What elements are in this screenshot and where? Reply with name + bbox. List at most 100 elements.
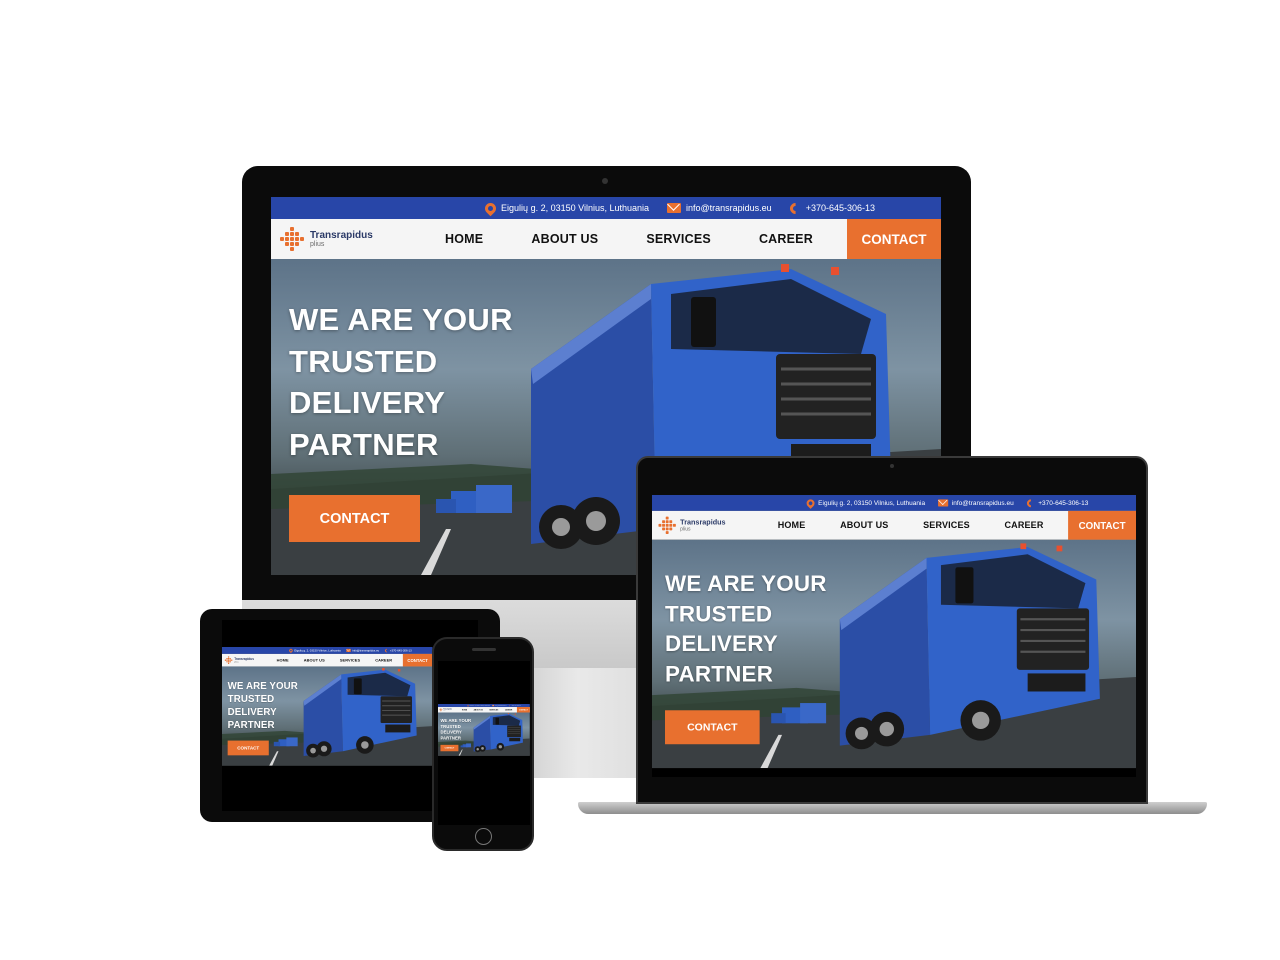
- hero-headline: WE ARE YOUR TRUSTED DELIVERY PARTNER: [665, 569, 853, 689]
- brand-logo[interactable]: Transrapidus plius: [652, 516, 753, 535]
- contact-topbar: Eigulių g. 2, 03150 Vilnius, Luthuania i…: [222, 647, 433, 654]
- email-link[interactable]: info@transrapidus.eu: [686, 203, 772, 213]
- nav-about-us[interactable]: ABOUT US: [840, 520, 888, 530]
- hero-line-2: TRUSTED: [227, 693, 275, 705]
- address-text: Eigulių g. 2, 03150 Vilnius, Luthuania: [501, 203, 649, 213]
- hero-contact-button[interactable]: CONTACT: [665, 710, 760, 745]
- hero-headline: WE ARE YOUR TRUSTED DELIVERY PARTNER: [289, 299, 549, 465]
- phone-link[interactable]: +370-645-306-13: [511, 705, 520, 706]
- monitor-camera: [602, 178, 608, 184]
- email-item[interactable]: info@transrapidus.eu: [492, 704, 507, 707]
- phone-item[interactable]: +370-645-306-13: [384, 648, 412, 653]
- website-phone: Eigulių g. 2, 03150 Vilnius, Luthuania i…: [438, 704, 530, 756]
- hero-section: WE ARE YOUR TRUSTED DELIVERY PARTNER CON…: [222, 666, 433, 766]
- nav-about-us[interactable]: ABOUT US: [474, 709, 483, 711]
- hero-line-3: DELIVERY: [289, 385, 446, 421]
- address-item: Eigulių g. 2, 03150 Vilnius, Luthuania: [288, 648, 341, 653]
- phone-icon: [787, 200, 803, 216]
- phone-icon: [1025, 497, 1037, 509]
- hero-line-3: DELIVERY: [227, 706, 277, 718]
- main-navbar: Transrapidus plius HOME ABOUT US SERVICE…: [271, 219, 941, 259]
- nav-contact-button[interactable]: CONTACT: [1068, 510, 1136, 540]
- email-link[interactable]: info@transrapidus.eu: [952, 499, 1014, 506]
- address-text: Eigulių g. 2, 03150 Vilnius, Luthuania: [818, 499, 926, 507]
- nav-career[interactable]: CAREER: [375, 658, 392, 662]
- phone-icon: [384, 648, 390, 653]
- address-text: Eigulių g. 2, 03150 Vilnius, Luthuania: [294, 648, 341, 653]
- nav-about-us[interactable]: ABOUT US: [304, 658, 325, 662]
- laptop-camera: [890, 464, 894, 468]
- hero-line-4: PARTNER: [289, 426, 439, 462]
- main-navbar: Transrapidus plius HOME ABOUT US SERVICE…: [652, 510, 1136, 540]
- nav-about-us[interactable]: ABOUT US: [531, 232, 598, 246]
- address-text: Eigulių g. 2, 03150 Vilnius, Luthuania: [469, 704, 490, 707]
- hero-line-1: WE ARE YOUR: [289, 302, 513, 337]
- hero-line-2: TRUSTED: [665, 600, 773, 627]
- nav-services[interactable]: SERVICES: [646, 232, 711, 246]
- brand-logo[interactable]: Transrapidus plius: [438, 708, 457, 712]
- hero-headline: WE ARE YOUR TRUSTED DELIVERY PARTNER: [440, 718, 476, 741]
- nav-career[interactable]: CAREER: [759, 232, 813, 246]
- email-link[interactable]: info@transrapidus.eu: [352, 649, 379, 652]
- nav-services[interactable]: SERVICES: [489, 709, 498, 711]
- brand-subtitle: plius: [443, 709, 446, 711]
- laptop-screen: Eigulių g. 2, 03150 Vilnius, Luthuania i…: [652, 495, 1136, 777]
- mail-icon: [492, 704, 495, 707]
- nav-home[interactable]: HOME: [778, 520, 806, 530]
- brand-name: Transrapidus: [680, 518, 726, 527]
- brand-subtitle: plius: [234, 660, 239, 663]
- nav-contact-button[interactable]: CONTACT: [847, 219, 941, 259]
- phone-item[interactable]: +370-645-306-13: [1025, 497, 1088, 509]
- nav-career[interactable]: CAREER: [1004, 520, 1043, 530]
- nav-home[interactable]: HOME: [277, 658, 289, 662]
- nav-services[interactable]: SERVICES: [340, 658, 360, 662]
- device-mockup-stage: Eigulių g. 2, 03150 Vilnius, Luthuania i…: [0, 0, 1280, 960]
- email-link[interactable]: info@transrapidus.eu: [495, 705, 507, 706]
- hero-line-2: TRUSTED: [289, 343, 438, 379]
- address-item: Eigulių g. 2, 03150 Vilnius, Luthuania: [482, 200, 649, 216]
- logo-icon: [658, 516, 676, 535]
- phone-earpiece: [472, 648, 496, 651]
- nav-career[interactable]: CAREER: [505, 709, 512, 711]
- phone-link[interactable]: +370-645-306-13: [390, 649, 412, 652]
- hero-line-1: WE ARE YOUR: [665, 570, 827, 597]
- brand-subtitle: plius: [310, 240, 325, 248]
- nav-home[interactable]: HOME: [445, 232, 483, 246]
- nav-home[interactable]: HOME: [462, 709, 467, 711]
- hero-contact-button[interactable]: CONTACT: [289, 495, 420, 542]
- hero-section: WE ARE YOUR TRUSTED DELIVERY PARTNER CON…: [438, 712, 530, 756]
- hero-contact-button[interactable]: CONTACT: [440, 744, 459, 752]
- location-pin-icon: [288, 648, 294, 653]
- brand-logo[interactable]: Transrapidus plius: [271, 227, 411, 251]
- hero-line-3: DELIVERY: [665, 630, 778, 657]
- brand-logo[interactable]: Transrapidus plius: [222, 656, 266, 664]
- brand-subtitle: plius: [680, 526, 691, 532]
- email-item[interactable]: info@transrapidus.eu: [938, 499, 1014, 507]
- logo-icon: [439, 708, 443, 712]
- phone-home-button[interactable]: [475, 828, 492, 845]
- nav-contact-button[interactable]: CONTACT: [402, 653, 433, 667]
- phone-screen: Eigulių g. 2, 03150 Vilnius, Luthuania i…: [438, 661, 530, 825]
- nav-services[interactable]: SERVICES: [923, 520, 970, 530]
- hero-headline: WE ARE YOUR TRUSTED DELIVERY PARTNER: [228, 679, 310, 731]
- phone-link[interactable]: +370-645-306-13: [806, 203, 875, 213]
- email-item[interactable]: info@transrapidus.eu: [346, 648, 379, 653]
- hero-line-4: PARTNER: [665, 660, 774, 687]
- website-tablet: Eigulių g. 2, 03150 Vilnius, Luthuania i…: [222, 647, 433, 766]
- smartphone: Eigulių g. 2, 03150 Vilnius, Luthuania i…: [432, 637, 534, 851]
- location-pin-icon: [804, 497, 817, 509]
- phone-item[interactable]: +370-645-306-13: [787, 200, 875, 216]
- logo-icon: [280, 227, 304, 251]
- laptop: Eigulių g. 2, 03150 Vilnius, Luthuania i…: [636, 456, 1148, 804]
- brand-name: Transrapidus: [310, 229, 373, 241]
- mail-icon: [938, 499, 949, 507]
- hero-contact-button[interactable]: CONTACT: [227, 740, 269, 756]
- email-item[interactable]: info@transrapidus.eu: [667, 203, 772, 213]
- phone-link[interactable]: +370-645-306-13: [1038, 499, 1088, 506]
- website-laptop: Eigulių g. 2, 03150 Vilnius, Luthuania i…: [652, 495, 1136, 769]
- main-navbar: Transrapidus plius HOME ABOUT US SERVICE…: [222, 653, 433, 667]
- hero-line-1: WE ARE YOUR: [227, 679, 298, 691]
- mail-icon: [346, 648, 351, 653]
- address-item: Eigulių g. 2, 03150 Vilnius, Luthuania: [804, 497, 926, 509]
- contact-topbar: Eigulių g. 2, 03150 Vilnius, Luthuania i…: [271, 197, 941, 219]
